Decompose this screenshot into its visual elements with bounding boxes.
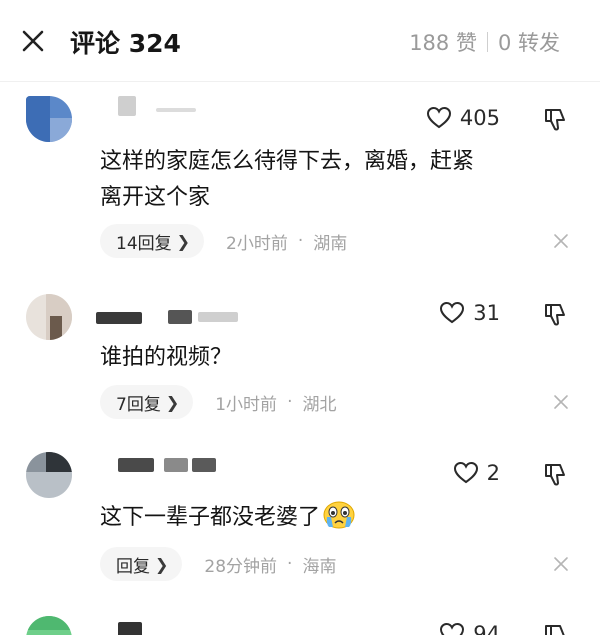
username-redacted[interactable]: [96, 454, 246, 476]
avatar[interactable]: [26, 452, 72, 498]
username-redacted[interactable]: [96, 96, 246, 118]
comment-text: 谁拍的视频？: [100, 345, 233, 370]
like-count: 94: [473, 622, 500, 635]
thumbs-down-icon[interactable]: [542, 301, 570, 329]
like-button[interactable]: 405: [426, 106, 500, 130]
heart-outline-icon: [440, 622, 465, 635]
thumbs-down-icon[interactable]: [542, 106, 570, 134]
avatar[interactable]: [26, 616, 72, 635]
heart-outline-icon: [426, 106, 451, 129]
heart-outline-icon: [440, 301, 465, 324]
divider: [486, 32, 488, 52]
close-icon[interactable]: [18, 26, 48, 56]
comment-item: 94: [0, 602, 600, 635]
like-count: 2: [486, 461, 500, 485]
likes-count: 188 赞: [409, 31, 477, 55]
like-button[interactable]: 94: [439, 622, 500, 635]
replies-button[interactable]: 回复 ❯: [100, 547, 183, 581]
comment-text: 这样的家庭怎么待得下去，离婚，赶紧 离开这个家: [100, 149, 475, 210]
ip-region: 湖南: [313, 233, 348, 254]
repost-count: 0 转发: [497, 31, 560, 55]
timestamp: 2小时前: [226, 233, 288, 254]
like-button[interactable]: 2: [453, 461, 500, 485]
comment-meta: 14回复 ❯ 2小时前 · 湖南: [100, 224, 347, 258]
comment-meta: 7回复 ❯ 1小时前 · 湖北: [100, 385, 336, 419]
chevron-right-icon: ❯: [165, 392, 180, 412]
username-redacted[interactable]: [96, 306, 246, 328]
avatar[interactable]: [26, 96, 72, 142]
username-redacted[interactable]: [96, 620, 246, 635]
timestamp: 28分钟前: [204, 556, 278, 577]
like-button[interactable]: 31: [439, 301, 500, 325]
post-stats: 188 赞 0 转发: [409, 27, 560, 57]
comment-meta: 回复 ❯ 28分钟前 · 海南: [100, 547, 336, 581]
replies-button[interactable]: 7回复 ❯: [100, 385, 194, 419]
heart-outline-icon: [453, 461, 478, 484]
ip-region: 海南: [302, 556, 337, 577]
comment-item: 31 谁拍的视频？ 7回复 ❯ 1小时前 · 湖北: [0, 282, 600, 442]
timestamp: 1小时前: [215, 394, 278, 415]
comments-header: 评论 324 188 赞 0 转发: [0, 0, 600, 82]
thumbs-down-icon[interactable]: [542, 461, 570, 489]
ip-region: 湖北: [302, 394, 337, 415]
comment-item: 405 这样的家庭怎么待得下去，离婚，赶紧 离开这个家 14回复 ❯ 2小时前 …: [0, 82, 600, 282]
like-count: 31: [473, 301, 500, 325]
comment-text: 这下一辈子都没老婆了: [100, 500, 570, 536]
comment-item: 2 这下一辈子都没老婆了 回复 ❯ 28分钟前 · 海南: [0, 442, 600, 602]
x-icon[interactable]: [552, 232, 570, 250]
x-icon[interactable]: [552, 555, 570, 573]
x-icon[interactable]: [552, 393, 570, 411]
page-title: 评论 324: [70, 29, 181, 58]
chevron-right-icon: ❯: [155, 554, 169, 574]
crying-face-emoji: [323, 501, 355, 529]
thumbs-down-icon[interactable]: [542, 622, 570, 635]
avatar[interactable]: [26, 294, 72, 340]
like-count: 405: [459, 106, 500, 130]
chevron-right-icon: ❯: [176, 231, 191, 251]
replies-button[interactable]: 14回复 ❯: [100, 224, 205, 258]
